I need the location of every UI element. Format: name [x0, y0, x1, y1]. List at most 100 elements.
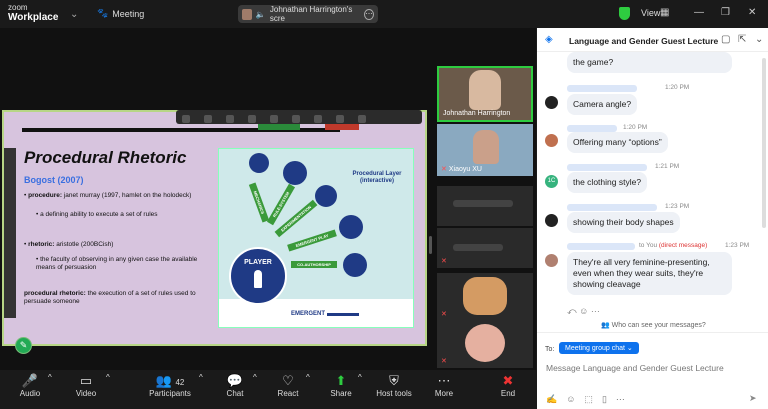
chat-message: the clothing style? — [567, 172, 648, 193]
more-icon[interactable]: ⋯ — [616, 394, 634, 404]
message-input[interactable]: Message Language and Gender Guest Lectur… — [546, 363, 724, 373]
heart-icon: ♡ — [282, 373, 294, 388]
meeting-chat-icon[interactable]: ▢ — [721, 34, 730, 45]
composer-tools[interactable]: ✍☺⬚▯⋯ — [546, 394, 634, 405]
audio-button[interactable]: 🎤 Audio — [14, 373, 46, 398]
more-icon[interactable] — [358, 115, 366, 123]
participant-tile[interactable] — [437, 186, 533, 226]
message-actions[interactable]: ⤺ ☺ ⋯ — [567, 306, 600, 317]
share-options-caret[interactable]: ^ — [358, 373, 362, 382]
person-icon — [254, 270, 262, 288]
popout-icon[interactable]: ⇱ — [738, 34, 746, 45]
emoji-icon[interactable]: ☺ — [579, 306, 588, 316]
chat-message: the game? — [567, 52, 732, 73]
player-label: PLAYER — [244, 259, 272, 266]
more-icon[interactable]: ⋯ — [363, 8, 374, 20]
participants-icon[interactable] — [226, 115, 234, 123]
meeting-tab[interactable]: 🐾 Meeting — [97, 8, 144, 19]
participants-options-caret[interactable]: ^ — [199, 373, 203, 382]
meeting-controls: 🎤 Audio ^ ▭ Video ^ 👥 42 Participants ^ 💬 Ch… — [0, 370, 536, 409]
emoji-icon[interactable]: ☺ — [566, 394, 584, 404]
speaker-avatar — [242, 8, 252, 20]
close-icon[interactable]: ✕ — [748, 7, 756, 18]
send-icon[interactable]: ➤ — [749, 393, 757, 404]
video-icon[interactable] — [204, 115, 212, 123]
panel-resize-handle[interactable] — [429, 236, 432, 254]
chat-header: ◈ Language and Gender Guest Lecture ▢ ⇱ … — [537, 28, 768, 52]
format-icon[interactable]: ✍ — [546, 394, 566, 404]
slide-author: Bogost (2007) — [24, 175, 84, 185]
speaker-audio-icon: 🔈 — [255, 9, 266, 19]
minimize-icon[interactable]: — — [694, 7, 704, 18]
annotate-icon[interactable] — [314, 115, 322, 123]
screenshot-icon[interactable]: ⬚ — [584, 394, 602, 404]
chat-button[interactable]: 💬 Chat — [220, 373, 250, 398]
stop-share-button[interactable] — [325, 124, 359, 130]
file-icon[interactable]: ▯ — [602, 394, 616, 404]
slide-title: Procedural Rhetoric — [24, 148, 187, 167]
react-options-caret[interactable]: ^ — [306, 373, 310, 382]
head-icon — [343, 253, 367, 277]
more-button[interactable]: ⋯ More — [430, 373, 458, 398]
participant-face — [473, 130, 499, 164]
maximize-icon[interactable]: ❐ — [721, 7, 730, 18]
participant-tile[interactable]: ✕ — [437, 228, 533, 268]
grid-icon[interactable]: ▦ — [660, 7, 669, 18]
remote-control-icon[interactable] — [336, 115, 344, 123]
react-button[interactable]: ♡ React — [272, 373, 304, 398]
chat-message: Camera angle? — [567, 94, 638, 115]
audio-options-caret[interactable]: ^ — [48, 373, 52, 382]
procedural-diagram: Procedural Layer (interactive) MECHANICS… — [218, 148, 414, 328]
share-indicator[interactable]: 🔈 Johnathan Harrington's scre ⋯ — [238, 5, 378, 23]
who-can-see-link[interactable]: 👥 Who can see your messages? — [601, 321, 706, 329]
video-button[interactable]: ▭ Video — [70, 373, 102, 398]
pause-icon[interactable] — [292, 115, 300, 123]
message-time: 1:21 PM — [655, 163, 680, 170]
meeting-stage: Procedural Rhetoric Bogost (2007) • proc… — [0, 28, 536, 378]
chat-icon[interactable] — [248, 115, 256, 123]
dm-recipient: to You (direct message) — [639, 242, 708, 249]
view-button[interactable]: View — [641, 8, 660, 18]
participant-tile[interactable]: Johnathan Harrington — [437, 66, 533, 122]
shield-icon[interactable] — [619, 7, 630, 20]
sender-avatar: 1C — [545, 175, 558, 188]
mic-muted-icon: 🎤 — [21, 373, 39, 388]
more-icon[interactable]: ⋯ — [591, 306, 600, 316]
share-arrow-icon: ⬆ — [335, 373, 347, 388]
muted-mic-icon: ✕ — [441, 358, 447, 365]
pen-icon[interactable]: ✎ — [15, 337, 32, 354]
participant-face — [469, 70, 501, 110]
sender-name-blurred — [567, 85, 637, 92]
host-tools-button[interactable]: ⛨ Host tools — [372, 373, 416, 398]
bullet-procedure: • procedure: janet murray (1997, hamlet … — [24, 192, 192, 199]
participants-button[interactable]: 👥 42 Participants — [146, 373, 194, 398]
share-toolbar[interactable] — [176, 110, 422, 124]
chevron-down-icon[interactable]: ⌄ — [70, 9, 78, 20]
chat-options-caret[interactable]: ^ — [253, 373, 257, 382]
sub-rhetoric: • the faculty of observing in any given … — [36, 256, 198, 271]
audio-icon[interactable] — [182, 115, 190, 123]
muted-mic-icon: ✕ — [441, 166, 447, 173]
sender-avatar — [545, 214, 558, 227]
participant-tile[interactable]: ✕ — [437, 273, 533, 321]
end-button[interactable]: ✖ End — [494, 373, 522, 398]
participant-avatar-image — [463, 277, 507, 315]
sender-avatar — [545, 254, 558, 267]
chat-scrollbar[interactable] — [762, 58, 766, 228]
participant-tile[interactable]: ✕ Xiaoyu XU — [437, 124, 533, 176]
message-time: 1:20 PM — [665, 84, 690, 91]
lightbulb-icon — [315, 185, 337, 207]
chat-bubbles-icon: ◈ — [545, 34, 553, 45]
share-button[interactable]: ⬆ Share — [326, 373, 356, 398]
close-icon[interactable]: ⌄ — [755, 34, 763, 45]
participant-tile[interactable]: ✕ — [437, 320, 533, 368]
reply-icon[interactable]: ⤺ — [567, 306, 577, 316]
recipient-select[interactable]: Meeting group chat ⌄ — [559, 342, 639, 354]
meeting-label: Meeting — [112, 8, 145, 19]
participant-name: ✕ Xiaoyu XU — [441, 166, 482, 173]
video-options-caret[interactable]: ^ — [106, 373, 110, 382]
player-circle: PLAYER — [229, 247, 287, 305]
more-icon: ⋯ — [437, 373, 451, 388]
speaker-name: Johnathan Harrington's scre — [269, 5, 353, 23]
share-icon[interactable] — [270, 115, 278, 123]
